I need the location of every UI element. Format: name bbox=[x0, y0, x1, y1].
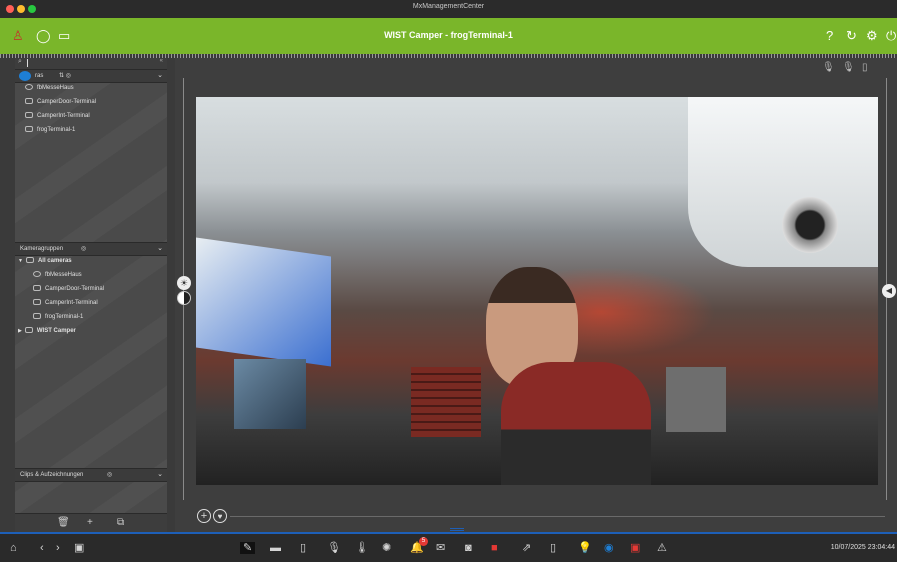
bottom-toolbar: ⌂ ‹ › ▣ ✎ ▬ ▯ 🎙 🌡 ✺ 🔔 5 ✉ ◙ ■ ⇗ ▯ 💡 ◉ ▣ … bbox=[0, 532, 897, 562]
warning-icon[interactable]: ⚠ bbox=[657, 542, 667, 554]
text-cursor bbox=[27, 59, 28, 67]
home-icon[interactable]: ⌂ bbox=[10, 542, 17, 554]
add-icon[interactable]: + bbox=[87, 517, 93, 528]
settings-gear-icon[interactable]: ⚙ bbox=[866, 28, 878, 44]
groups-section-header[interactable]: Kameragruppen ◎ ⌄ bbox=[15, 242, 167, 256]
help-icon[interactable]: ? bbox=[826, 28, 833, 44]
group-settings-icon[interactable]: ◎ bbox=[81, 243, 86, 255]
speaker-icon[interactable]: ◀ bbox=[882, 284, 896, 298]
camera-item[interactable]: fbMesseHaus bbox=[25, 83, 74, 93]
motion-sensor-icon[interactable]: ✺ bbox=[382, 542, 391, 554]
artwork-frame bbox=[666, 367, 726, 432]
timeline-marker-icon[interactable]: ♥ bbox=[213, 509, 227, 523]
sort-icon[interactable]: ⇅ ◎ bbox=[59, 70, 71, 82]
monitor-screen bbox=[196, 237, 331, 367]
cameras-section-label: ras bbox=[35, 73, 44, 79]
microphone-mute-icon[interactable]: 🎙 bbox=[842, 62, 855, 73]
window-titlebar: MxManagementCenter bbox=[0, 0, 897, 19]
view-title: WIST Camper - frogTerminal-1 bbox=[384, 30, 513, 40]
resize-handle[interactable] bbox=[450, 528, 464, 531]
group-camera-item[interactable]: frogTerminal-1 bbox=[33, 312, 83, 322]
window-title: MxManagementCenter bbox=[412, 3, 485, 10]
trash-icon[interactable]: 🗑 bbox=[57, 517, 70, 528]
camera-item[interactable]: CamperInt-Terminal bbox=[25, 111, 90, 121]
clips-section-label: Clips & Aufzeichnungen bbox=[20, 472, 84, 478]
group-all-cameras[interactable]: ▼ All cameras bbox=[18, 256, 72, 266]
playback-icon[interactable]: ▣ bbox=[74, 542, 84, 554]
group-camera-item[interactable]: CamperInt-Terminal bbox=[33, 298, 98, 308]
chevron-down-icon[interactable]: ⌄ bbox=[157, 469, 163, 481]
recording-status-icon[interactable]: ▣ bbox=[630, 542, 640, 554]
star-filter-icon[interactable] bbox=[19, 71, 31, 81]
chevron-down-icon[interactable]: ⌄ bbox=[157, 70, 163, 82]
groups-section-label: Kameragruppen bbox=[20, 246, 64, 252]
snapshot-camera-icon[interactable]: ◙ bbox=[465, 542, 472, 554]
clips-settings-icon[interactable]: ◎ bbox=[107, 469, 112, 481]
microphone-icon[interactable]: 🎙 bbox=[327, 542, 341, 554]
search-icon: ⌕ bbox=[18, 58, 22, 65]
collapse-icon[interactable]: « bbox=[160, 58, 163, 64]
clips-section-header[interactable]: Clips & Aufzeichnungen ◎ ⌄ bbox=[15, 468, 167, 482]
sidebar-footer: 🗑 + ⧉ bbox=[15, 513, 167, 532]
header-bar: ♙ ◯ ▭ WIST Camper - frogTerminal-1 ? ↻ ⚙… bbox=[0, 18, 897, 54]
export-icon[interactable]: ⧉ bbox=[117, 517, 124, 528]
back-icon[interactable]: ‹ bbox=[40, 542, 44, 554]
record-icon[interactable]: ■ bbox=[491, 542, 498, 554]
chevron-down-icon[interactable]: ⌄ bbox=[157, 243, 163, 255]
alarm-count-badge: 5 bbox=[419, 537, 428, 546]
person-shirt bbox=[501, 362, 651, 485]
brightness-icon[interactable]: ☀ bbox=[177, 276, 191, 290]
contrast-icon[interactable] bbox=[177, 291, 191, 305]
power-icon[interactable]: ⏻ bbox=[886, 28, 896, 44]
thermometer-icon[interactable]: 🌡 bbox=[355, 542, 369, 554]
barrier-icon[interactable]: ▬ bbox=[270, 542, 281, 554]
camera-status-icon[interactable]: ◉ bbox=[604, 542, 614, 554]
expand-triangle-icon: ▶ bbox=[18, 328, 22, 334]
tool-pen-icon[interactable]: ✎ bbox=[240, 542, 256, 554]
forward-icon[interactable]: › bbox=[56, 542, 60, 554]
expand-triangle-icon: ▼ bbox=[18, 258, 23, 264]
live-video-frame[interactable] bbox=[196, 97, 878, 485]
drawer-cabinet bbox=[411, 367, 481, 437]
door-open-icon[interactable]: ▯ bbox=[550, 542, 556, 554]
cameras-section-header[interactable]: ras ⇅ ◎ ⌄ bbox=[15, 69, 167, 83]
export-icon[interactable]: ⇗ bbox=[522, 542, 531, 554]
refresh-icon[interactable]: ↻ bbox=[846, 28, 857, 44]
microphone-icon[interactable]: 🎙 bbox=[822, 62, 835, 73]
timeline-track[interactable] bbox=[230, 516, 885, 517]
camera-item[interactable]: frogTerminal-1 bbox=[25, 125, 75, 135]
group-wist-camper[interactable]: ▶ WIST Camper bbox=[18, 326, 76, 336]
laptop-screen bbox=[234, 359, 306, 429]
light-bulb-icon[interactable]: 💡 bbox=[578, 542, 592, 554]
add-bookmark-icon[interactable]: + bbox=[197, 509, 211, 523]
sidebar: ⌕ « ras ⇅ ◎ ⌄ fbMesseHaus CamperDoor-Ter… bbox=[15, 58, 167, 532]
group-camera-item[interactable]: CamperDoor-Terminal bbox=[33, 284, 104, 294]
door-panel-icon[interactable]: ▯ bbox=[300, 542, 306, 554]
datetime-readout: 10/07/2025 23:04:44 bbox=[830, 544, 895, 551]
mail-icon[interactable]: ✉ bbox=[436, 542, 445, 554]
group-camera-item[interactable]: fbMesseHaus bbox=[33, 270, 82, 280]
door-icon[interactable]: ▯ bbox=[862, 62, 868, 73]
ceiling-camera-housing bbox=[688, 97, 878, 267]
camera-lens bbox=[782, 197, 838, 253]
camera-item[interactable]: CamperDoor-Terminal bbox=[25, 97, 96, 107]
